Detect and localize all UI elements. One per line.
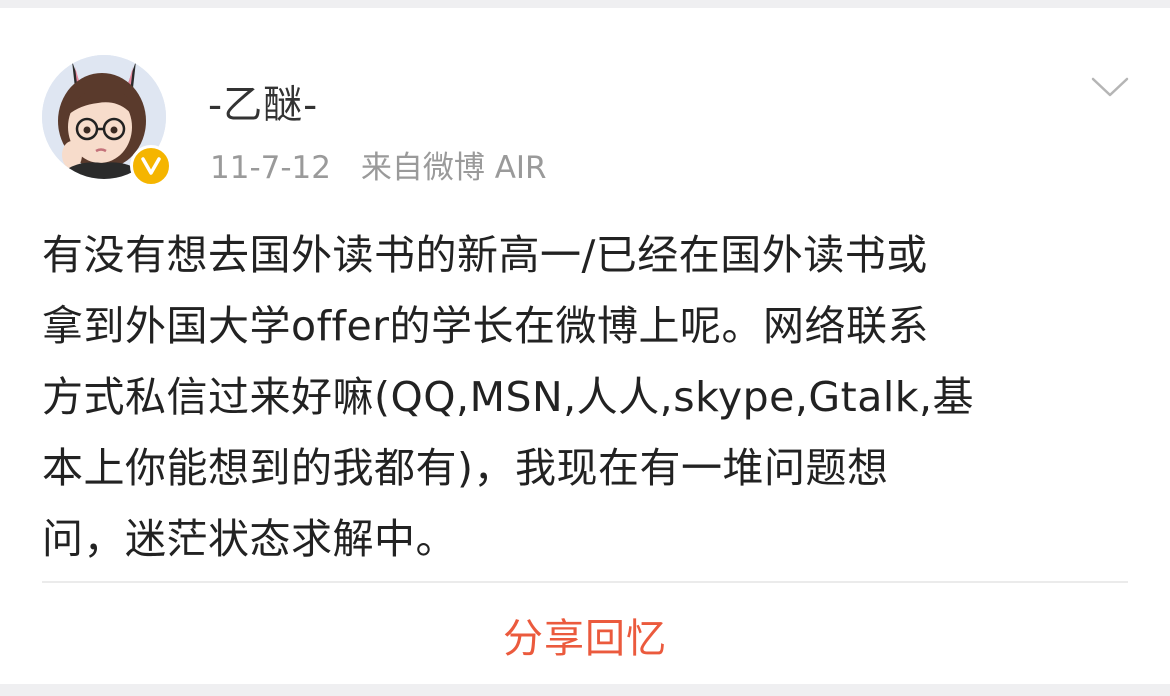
post-text-line: 本上你能想到的我都有)，我现在有一堆问题想 <box>42 444 889 492</box>
post-card: -乙醚- 11-7-12 来自微博 AIR 有没有想去国外读书的新高一/已经在国… <box>0 8 1170 684</box>
divider <box>42 581 1128 583</box>
post-source[interactable]: 来自微博 AIR <box>361 150 547 186</box>
verified-v-badge-icon <box>130 145 172 187</box>
post-text-line: 有没有想去国外读书的新高一/已经在国外读书或 <box>42 231 928 279</box>
post-text-line: 拿到外国大学offer的学长在微博上呢。网络联系 <box>42 302 930 350</box>
username[interactable]: -乙醚- <box>208 74 318 130</box>
chevron-down-icon[interactable] <box>1088 72 1132 102</box>
avatar[interactable] <box>42 55 172 187</box>
post-date: 11-7-12 <box>210 150 331 186</box>
post-text: 有没有想去国外读书的新高一/已经在国外读书或 拿到外国大学offer的学长在微博… <box>42 220 1132 575</box>
post-meta: 11-7-12 来自微博 AIR <box>210 142 547 187</box>
post-text-line: 问，迷茫状态求解中。 <box>42 515 457 563</box>
post-text-line: 方式私信过来好嘛(QQ,MSN,人人,skype,Gtalk,基 <box>42 373 975 421</box>
share-memory-button[interactable]: 分享回忆 <box>0 606 1170 664</box>
